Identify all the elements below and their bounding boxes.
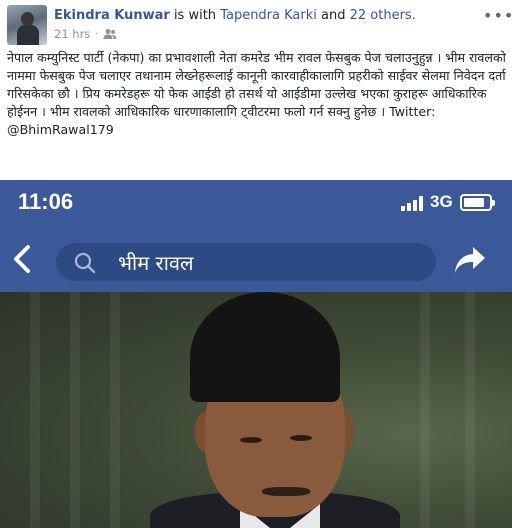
signal-strength-icon bbox=[401, 196, 423, 211]
tagged-person-link[interactable]: Tapendra Karki bbox=[220, 8, 317, 23]
avatar-body bbox=[17, 25, 39, 45]
phone-status-bar: 11:06 3G bbox=[0, 180, 512, 227]
post-author-line: Ekindra Kunwar is with Tapendra Karki an… bbox=[54, 8, 416, 23]
author-avatar[interactable] bbox=[7, 5, 47, 45]
post-header: Ekindra Kunwar is with Tapendra Karki an… bbox=[0, 0, 512, 46]
status-time: 11:06 bbox=[18, 189, 74, 214]
author-name-link[interactable]: Ekindra Kunwar bbox=[54, 8, 170, 23]
right-eye bbox=[290, 435, 312, 441]
with-text: is with bbox=[169, 8, 221, 23]
search-query-text: भीम रावल bbox=[118, 251, 194, 275]
search-input[interactable]: भीम रावल bbox=[56, 243, 436, 281]
post-timestamp[interactable]: 21 hrs bbox=[54, 27, 90, 41]
left-eye bbox=[240, 437, 262, 443]
and-text: and bbox=[316, 8, 350, 23]
post-options-button[interactable]: ••• bbox=[483, 6, 512, 25]
post-meta: 21 hrs · bbox=[54, 27, 117, 41]
back-arrow-icon[interactable] bbox=[10, 241, 36, 277]
twitter-handle: @BhimRawal179 bbox=[7, 122, 114, 137]
post-body-text: नेपाल कम्युनिस्ट पार्टी (नेकपा) का प्रभा… bbox=[7, 50, 506, 119]
facebook-search-bar: भीम रावल bbox=[0, 227, 512, 292]
tagged-others-link[interactable]: 22 others. bbox=[350, 8, 416, 23]
network-type: 3G bbox=[430, 192, 453, 211]
battery-icon bbox=[460, 194, 495, 211]
attached-screenshot[interactable]: 11:06 3G भीम रावल bbox=[0, 180, 512, 528]
meta-separator: · bbox=[95, 28, 99, 40]
search-icon bbox=[74, 252, 96, 274]
friends-icon[interactable] bbox=[103, 28, 117, 40]
avatar-head bbox=[21, 12, 34, 26]
post-body: नेपाल कम्युनिस्ट पार्टी (नेकपा) का प्रभा… bbox=[7, 49, 507, 139]
profile-photo bbox=[0, 292, 512, 528]
dhaka-topi-cap bbox=[190, 292, 340, 402]
battery-level bbox=[464, 198, 484, 207]
share-arrow-icon[interactable] bbox=[453, 245, 487, 275]
mustache bbox=[262, 487, 310, 496]
